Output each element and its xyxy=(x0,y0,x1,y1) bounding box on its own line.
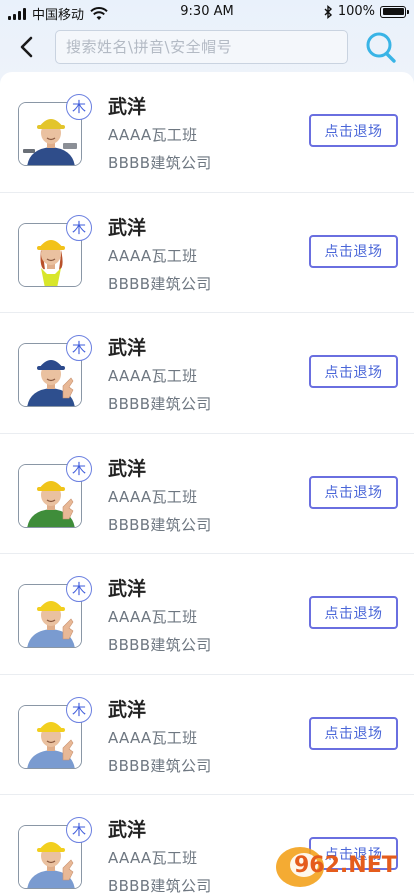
worker-list: 木 武洋 AAAA瓦工班 BBBB建筑公司 点击退场 木 武洋 AAAA瓦工班 … xyxy=(0,72,414,896)
worker-team: AAAA瓦工班 xyxy=(108,487,198,506)
worker-name: 武洋 xyxy=(108,698,147,721)
exit-site-button[interactable]: 点击退场 xyxy=(309,355,398,388)
worker-name: 武洋 xyxy=(108,96,147,118)
search-input[interactable] xyxy=(56,31,347,63)
trade-badge: 木 xyxy=(66,455,92,482)
trade-badge: 木 xyxy=(66,214,92,241)
worker-info: 武洋 AAAA瓦工班 BBBB建筑公司 xyxy=(108,697,212,777)
worker-name: 武洋 xyxy=(108,457,147,480)
worker-company: BBBB建筑公司 xyxy=(108,274,212,293)
exit-site-button[interactable]: 点击退场 xyxy=(309,475,398,509)
worker-name: 武洋 xyxy=(108,216,147,239)
worker-team: AAAA瓦工班 xyxy=(108,608,198,626)
trade-badge: 木 xyxy=(66,576,92,602)
worker-team: AAAA瓦工班 xyxy=(108,728,198,747)
worker-name: 武洋 xyxy=(108,819,147,841)
worker-company: BBBB建筑公司 xyxy=(108,395,212,413)
back-button[interactable] xyxy=(12,32,40,62)
worker-team: AAAA瓦工班 xyxy=(108,126,198,144)
chevron-left-icon xyxy=(20,36,33,58)
worker-name: 武洋 xyxy=(108,337,147,359)
worker-row: 木 武洋 AAAA瓦工班 BBBB建筑公司 点击退场 xyxy=(0,675,414,795)
worker-avatar-wrap: 木 xyxy=(18,335,92,409)
search-box xyxy=(55,30,348,64)
worker-info: 武洋 AAAA瓦工班 BBBB建筑公司 xyxy=(108,576,212,656)
battery-percent: 100% xyxy=(337,4,375,19)
battery-icon xyxy=(380,5,409,18)
worker-avatar-wrap: 木 xyxy=(18,696,92,771)
worker-row: 木 武洋 AAAA瓦工班 BBBB建筑公司 点击退场 xyxy=(0,193,414,313)
worker-team: AAAA瓦工班 xyxy=(108,246,198,265)
watermark-logo: 962.NET 乐游网 xyxy=(272,838,410,894)
exit-site-button[interactable]: 点击退场 xyxy=(309,596,398,629)
app-screen: 中国移动 9:30 AM 100% 搜索姓名\拼音\安全帽号 木 武洋 AAAA… xyxy=(0,0,414,896)
worker-team: AAAA瓦工班 xyxy=(108,849,198,867)
status-bar: 中国移动 9:30 AM 100% xyxy=(0,0,414,24)
worker-row: 木 武洋 AAAA瓦工班 BBBB建筑公司 点击退场 xyxy=(0,313,414,434)
worker-avatar-wrap: 木 xyxy=(18,576,92,650)
trade-badge: 木 xyxy=(66,817,92,843)
header xyxy=(0,24,414,72)
worker-company: BBBB建筑公司 xyxy=(108,515,212,534)
exit-site-button[interactable]: 点击退场 xyxy=(309,114,398,147)
search-icon xyxy=(366,32,396,63)
worker-company: BBBB建筑公司 xyxy=(108,636,212,654)
bluetooth-icon xyxy=(324,4,332,19)
trade-badge: 木 xyxy=(66,696,92,723)
worker-avatar-wrap: 木 xyxy=(18,214,92,289)
exit-site-button[interactable]: 点击退场 xyxy=(309,716,398,750)
worker-company: BBBB建筑公司 xyxy=(108,877,212,895)
worker-info: 武洋 AAAA瓦工班 BBBB建筑公司 xyxy=(108,817,212,896)
worker-company: BBBB建筑公司 xyxy=(108,756,212,775)
worker-avatar-wrap: 木 xyxy=(18,817,92,891)
worker-row: 木 武洋 AAAA瓦工班 BBBB建筑公司 点击退场 xyxy=(0,72,414,193)
worker-team: AAAA瓦工班 xyxy=(108,367,198,385)
exit-site-button[interactable]: 点击退场 xyxy=(309,234,398,268)
worker-info: 武洋 AAAA瓦工班 BBBB建筑公司 xyxy=(108,215,212,295)
worker-name: 武洋 xyxy=(108,578,147,600)
worker-company: BBBB建筑公司 xyxy=(108,154,212,172)
worker-row: 木 武洋 AAAA瓦工班 BBBB建筑公司 点击退场 xyxy=(0,554,414,675)
status-right: 100% xyxy=(324,4,409,19)
trade-badge: 木 xyxy=(66,94,92,120)
worker-info: 武洋 AAAA瓦工班 BBBB建筑公司 xyxy=(108,456,212,536)
worker-info: 武洋 AAAA瓦工班 BBBB建筑公司 xyxy=(108,94,212,174)
svg-text:乐游网: 乐游网 xyxy=(350,878,389,894)
trade-badge: 木 xyxy=(66,335,92,361)
worker-avatar-wrap: 木 xyxy=(18,455,92,530)
worker-avatar-wrap: 木 xyxy=(18,94,92,168)
worker-info: 武洋 AAAA瓦工班 BBBB建筑公司 xyxy=(108,335,212,415)
search-button[interactable] xyxy=(364,30,398,66)
worker-row: 木 武洋 AAAA瓦工班 BBBB建筑公司 点击退场 xyxy=(0,434,414,554)
svg-text:962.NET: 962.NET xyxy=(294,853,397,878)
